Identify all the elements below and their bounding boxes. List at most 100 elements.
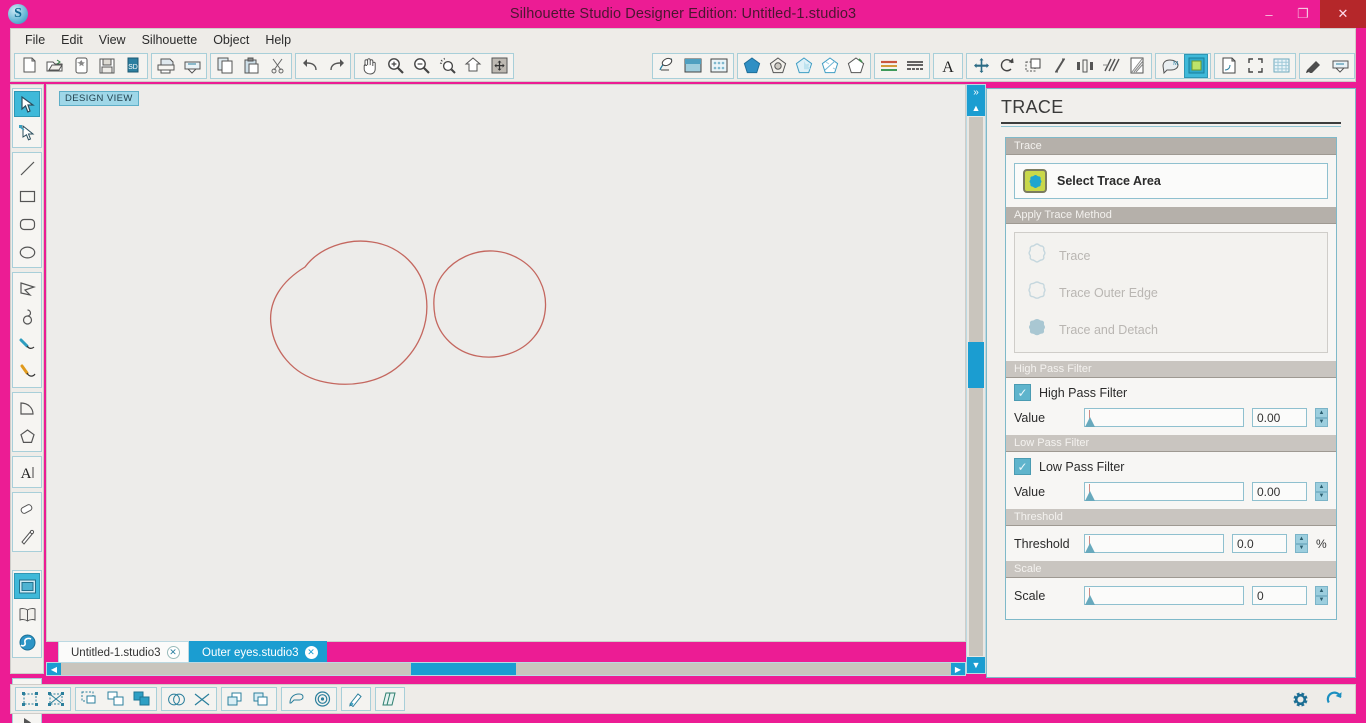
group-icon[interactable] <box>78 688 102 710</box>
eraser-tool-icon[interactable] <box>14 495 40 521</box>
move-icon[interactable] <box>969 54 993 78</box>
canvas-horizontal-scrollbar[interactable]: ◀ ▶ <box>46 662 966 676</box>
high-pass-filter-value-input[interactable]: 0.00 <box>1252 408 1307 427</box>
low-pass-filter-slider-handle[interactable] <box>1085 491 1095 501</box>
document-tab-untitled[interactable]: Untitled-1.studio3 ✕ <box>58 641 189 663</box>
open-folder-icon[interactable] <box>43 54 67 78</box>
zoom-fit-icon[interactable] <box>461 54 485 78</box>
modify-icon[interactable]: M <box>1158 54 1182 78</box>
select-all-icon[interactable] <box>18 688 42 710</box>
save-icon[interactable] <box>95 54 119 78</box>
horizontal-scroll-thumb[interactable] <box>411 663 516 675</box>
freehand-tool-icon[interactable] <box>14 331 40 357</box>
spinner-down-button[interactable]: ▼ <box>1295 543 1308 553</box>
threshold-slider[interactable] <box>1084 534 1224 553</box>
document-tab-outer-eyes[interactable]: Outer eyes.studio3 ✕ <box>189 641 327 663</box>
trace-icon[interactable] <box>1184 53 1208 78</box>
threshold-value-input[interactable]: 0.0 <box>1232 534 1287 553</box>
offset-icon[interactable] <box>284 688 308 710</box>
text-tool-icon[interactable]: A <box>936 54 960 78</box>
fill-color-icon[interactable] <box>740 54 764 78</box>
scroll-down-button[interactable]: ▼ <box>967 657 985 673</box>
rotate-icon[interactable] <box>995 54 1019 78</box>
ellipse-tool-icon[interactable] <box>14 239 40 265</box>
rounded-rectangle-tool-icon[interactable] <box>14 211 40 237</box>
menu-item-help[interactable]: Help <box>257 31 299 49</box>
deselect-all-icon[interactable] <box>44 688 68 710</box>
menu-item-object[interactable]: Object <box>205 31 257 49</box>
high-pass-filter-slider[interactable] <box>1084 408 1244 427</box>
trace-method-trace-outer-edge[interactable]: Trace Outer Edge <box>1021 274 1321 311</box>
page-setup-icon[interactable] <box>1217 54 1241 78</box>
internal-offset-icon[interactable] <box>310 688 334 710</box>
weld-icon[interactable] <box>164 688 188 710</box>
text-tool-icon[interactable]: A <box>14 459 40 485</box>
spinner-up-button[interactable]: ▲ <box>1295 534 1308 544</box>
menu-item-file[interactable]: File <box>17 31 53 49</box>
low-pass-filter-value-input[interactable]: 0.00 <box>1252 482 1307 501</box>
pen-tool-icon[interactable] <box>344 688 368 710</box>
store-panel-icon[interactable] <box>14 629 40 655</box>
spinner-down-button[interactable]: ▼ <box>1315 417 1328 427</box>
high-pass-filter-slider-handle[interactable] <box>1085 417 1095 427</box>
fill-pattern-icon[interactable] <box>792 54 816 78</box>
low-pass-filter-checkbox[interactable]: ✓ <box>1014 458 1031 475</box>
scale-icon[interactable] <box>1021 54 1045 78</box>
scroll-up-button[interactable]: ▲ <box>967 100 985 116</box>
polygon-tool-icon[interactable] <box>14 275 40 301</box>
document-tab-close-icon[interactable]: ✕ <box>304 646 318 659</box>
menu-item-silhouette[interactable]: Silhouette <box>134 31 206 49</box>
replicate-icon[interactable] <box>1099 54 1123 78</box>
knife-tool-icon[interactable] <box>14 523 40 549</box>
trace-method-trace-and-detach[interactable]: Trace and Detach <box>1021 311 1321 348</box>
save-as-icon[interactable] <box>69 54 93 78</box>
shear-icon[interactable] <box>1047 54 1071 78</box>
line-thickness-icon[interactable] <box>877 54 901 78</box>
vertical-scroll-track[interactable] <box>968 117 984 656</box>
release-compound-icon[interactable] <box>190 688 214 710</box>
send-to-back-icon[interactable] <box>250 688 274 710</box>
cut-settings-icon[interactable] <box>1302 54 1326 78</box>
select-trace-area-button[interactable]: Select Trace Area <box>1014 163 1328 199</box>
close-button[interactable]: ✕ <box>1320 0 1366 28</box>
spinner-down-button[interactable]: ▼ <box>1315 595 1328 605</box>
spinner-up-button[interactable]: ▲ <box>1315 408 1328 418</box>
document-tab-close-icon[interactable]: ✕ <box>166 646 180 659</box>
spinner-up-button[interactable]: ▲ <box>1315 586 1328 596</box>
minimize-button[interactable]: – <box>1252 0 1286 28</box>
scale-slider-handle[interactable] <box>1085 595 1095 605</box>
scroll-left-button[interactable]: ◀ <box>47 663 61 675</box>
maximize-button[interactable]: ❐ <box>1286 0 1320 28</box>
text-style-icon[interactable] <box>903 54 927 78</box>
high-pass-filter-checkbox[interactable]: ✓ <box>1014 384 1031 401</box>
grid-icon[interactable] <box>1269 54 1293 78</box>
select-arrow-icon[interactable] <box>14 91 40 117</box>
horizontal-scroll-track[interactable] <box>61 663 951 675</box>
print-icon[interactable] <box>154 54 178 78</box>
save-to-library-icon[interactable]: SD <box>121 54 145 78</box>
collapse-panel-button[interactable]: » <box>967 85 985 100</box>
paste-icon[interactable] <box>239 54 263 78</box>
ungroup-icon[interactable] <box>104 688 128 710</box>
fill-page-icon[interactable] <box>681 54 705 78</box>
pan-hand-icon[interactable] <box>357 54 381 78</box>
design-page-icon[interactable] <box>655 54 679 78</box>
registration-marks-icon[interactable] <box>1243 54 1267 78</box>
send-to-cut-icon[interactable] <box>1328 54 1352 78</box>
design-canvas[interactable]: DESIGN VIEW <box>46 84 966 642</box>
threshold-slider-handle[interactable] <box>1085 543 1095 553</box>
menu-item-view[interactable]: View <box>91 31 134 49</box>
edit-points-icon[interactable] <box>14 119 40 145</box>
rectangle-tool-icon[interactable] <box>14 183 40 209</box>
zoom-in-icon[interactable] <box>383 54 407 78</box>
redo-icon[interactable] <box>324 54 348 78</box>
trace-method-trace[interactable]: Trace <box>1021 237 1321 274</box>
vertical-scroll-thumb[interactable] <box>968 342 984 388</box>
send-to-silhouette-icon[interactable] <box>180 54 204 78</box>
sync-refresh-icon[interactable] <box>1322 688 1346 710</box>
smooth-freehand-tool-icon[interactable] <box>14 359 40 385</box>
design-page-panel-icon[interactable] <box>14 573 40 599</box>
scale-slider[interactable] <box>1084 586 1244 605</box>
curve-tool-icon[interactable] <box>14 303 40 329</box>
cut-scissors-icon[interactable] <box>265 54 289 78</box>
